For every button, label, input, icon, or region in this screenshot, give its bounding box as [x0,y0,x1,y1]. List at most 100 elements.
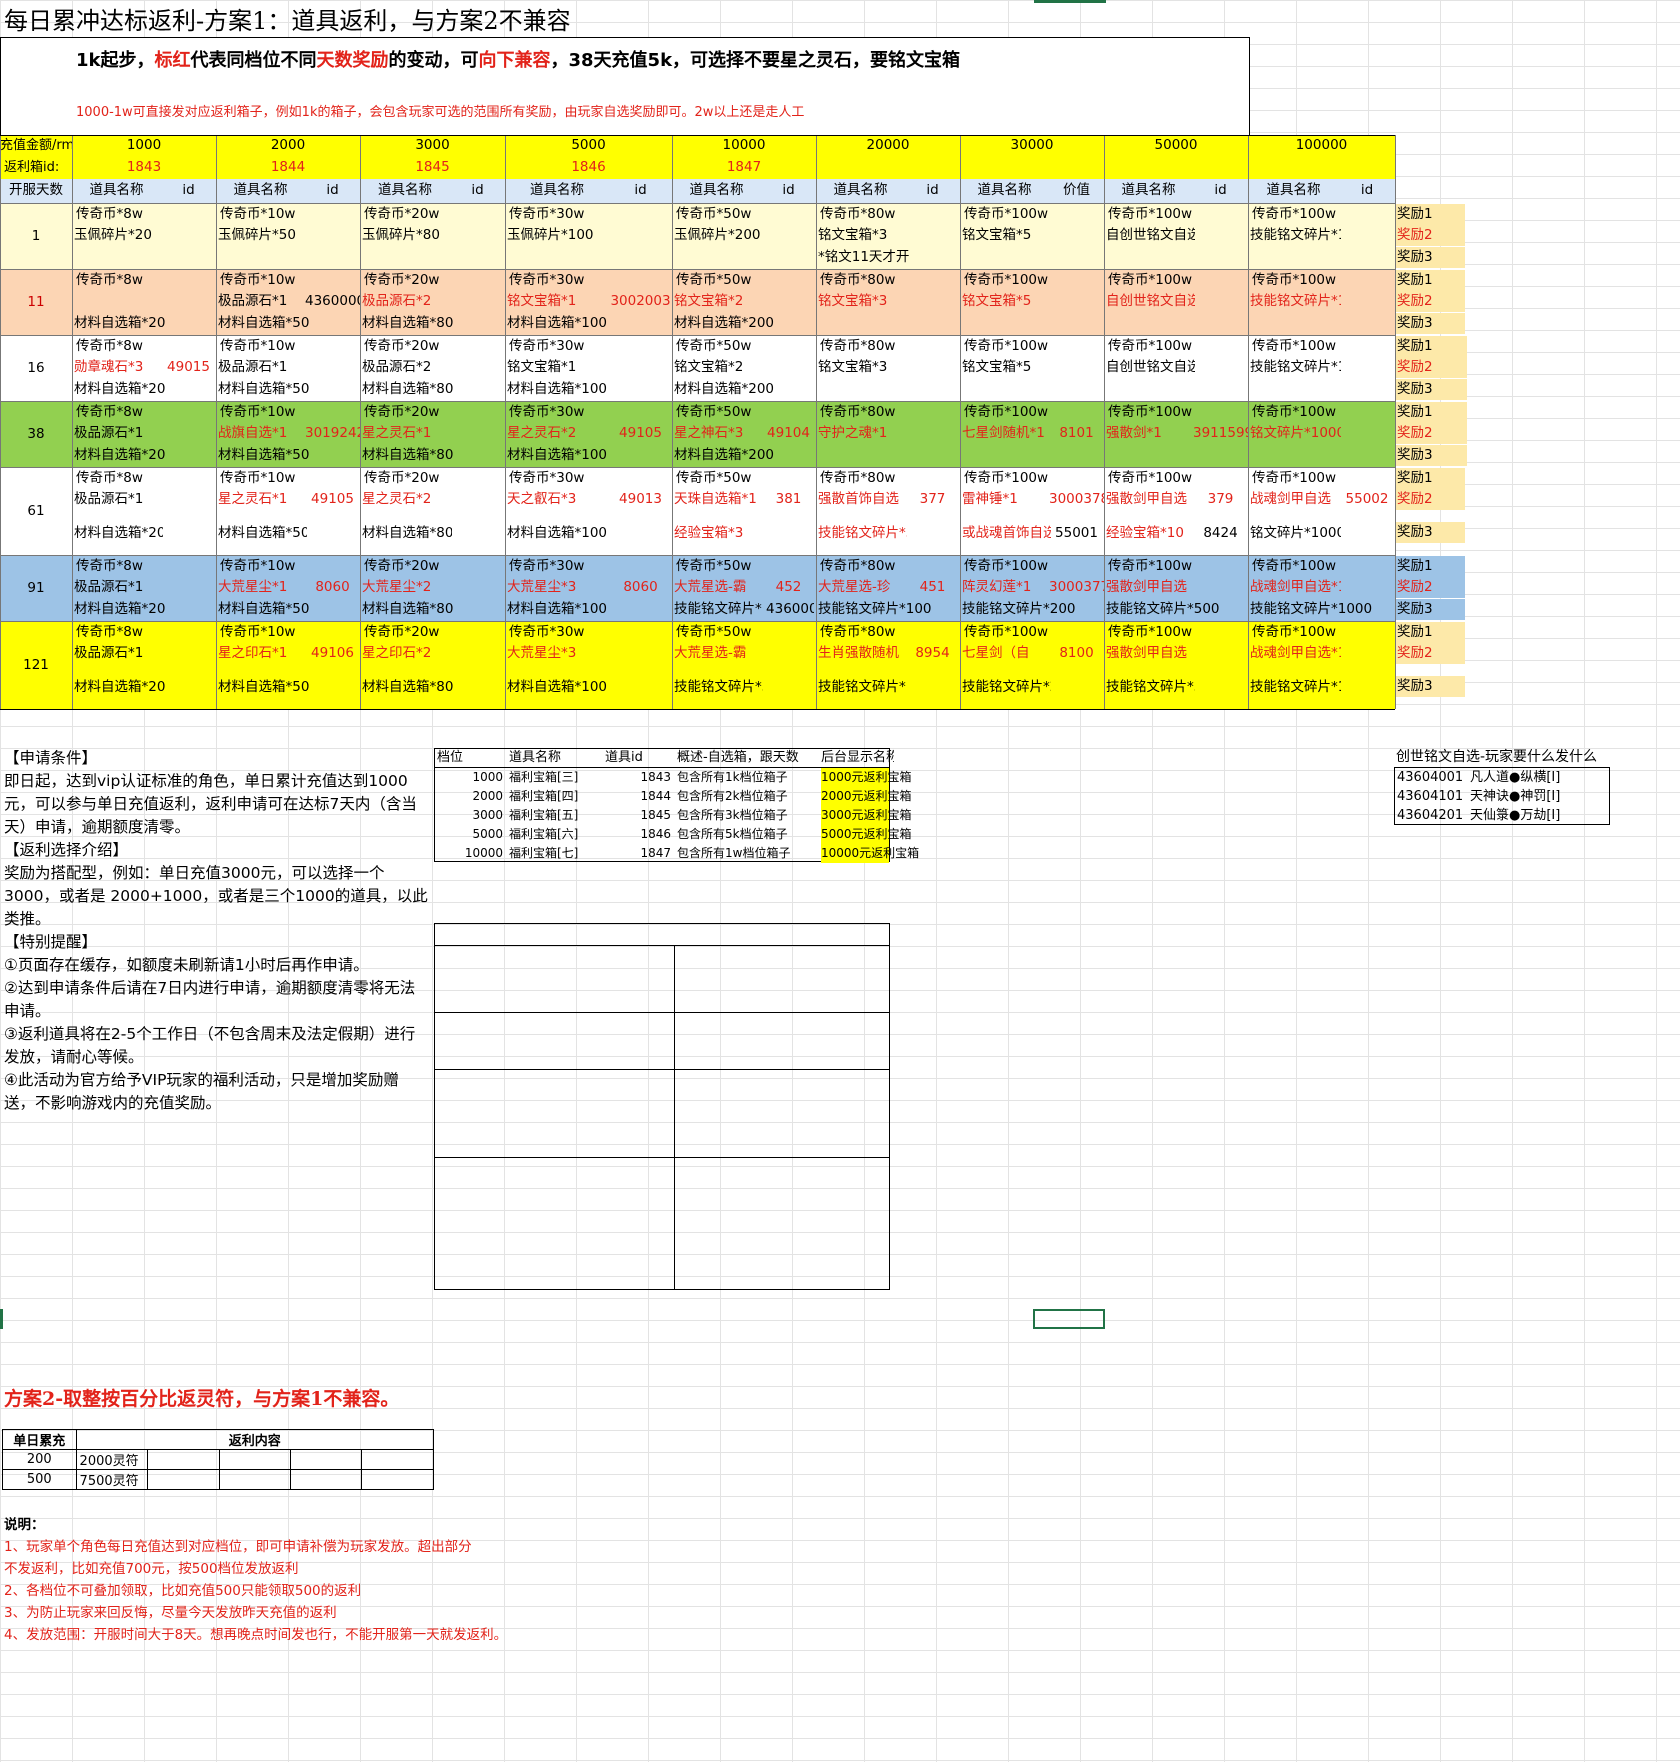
reward-label: 奖励2 [1397,227,1433,243]
day-cell: 91 [27,580,45,596]
reward-line-3: 技能铭文碎片*50 [818,525,907,541]
column-divider [960,135,961,709]
reward-line-2: 玉佩碎片*100 [507,227,594,243]
reward-id: 49104 [767,425,810,441]
reward-line-1: 传奇币*100w [1252,272,1337,288]
amount-cell: 30000 [1010,137,1054,153]
reward-line-2: 极品源石*1 [74,491,144,507]
reward-line-3: 材料自选箱*100 [507,381,608,397]
plan2-title: 方案2-取整按百分比返灵符，与方案1不兼容。 [4,1388,400,1410]
reward-line-2: 玉佩碎片*20 [74,227,152,243]
reward-line-1: 传奇币*80w [820,470,896,486]
reward-line-1: 传奇币*80w [820,558,896,574]
reward-line-1: 传奇币*8w [76,206,143,222]
reward-line-1: 传奇币*100w [964,338,1049,354]
conditions-body: 即日起，达到vip认证标准的角色，单日累计充值达到1000元，可以参与单日充值返… [4,772,417,836]
reward-line-3: 技能铭文碎片*100 [818,679,907,695]
reward-line-2: 铭文宝箱*1 [507,359,577,375]
id-col-header: id [471,182,484,198]
reward-line-3: 材料自选箱*50 [218,679,310,695]
box-table-cell: 包含所有2k档位箱子 [677,789,788,803]
reward-line-1: 传奇币*50w [676,272,752,288]
inscription-title: 创世铭文自选-玩家要什么发什么 [1396,749,1598,765]
reward-line-3: 材料自选箱*20 [74,315,166,331]
box-table-cell: 2000 [472,789,503,803]
reward-id: 49105 [311,491,354,507]
reward-line-3: 材料自选箱*80 [362,679,454,695]
reward-line-3: 技能铭文碎片*200 [962,679,1051,695]
box-table-cell: 2000元返利宝箱 [821,787,912,806]
box-id-cell: 1844 [270,159,306,175]
reward-label: 奖励1 [1397,558,1433,574]
amount-cell: 20000 [866,137,910,153]
reward-line-2: 自创世铭文自选 [1106,293,1195,309]
plan2-amount: 200 [2,1449,77,1470]
reward-line-1: 传奇币*10w [220,558,296,574]
reward-line-1: 传奇币*8w [76,624,143,640]
inscription-name: 天神诀●神罚[Ⅰ] [1470,789,1561,804]
id-col-header: id [182,182,195,198]
box-table-header: 概述-自选箱，跟天数 [677,750,799,765]
reward-id: 49013 [619,491,662,507]
reward-line-1: 传奇币*100w [1252,404,1337,420]
reward-line-1: 传奇币*8w [76,272,143,288]
id-col-header: id [1360,182,1374,198]
reward-line-1: 传奇币*100w [964,272,1049,288]
reward-line-2: 铭文宝箱*3 [818,227,888,243]
reward-line-2: 大荒星选-霸 [674,645,747,661]
selected-cell[interactable] [1033,1309,1105,1329]
reward-line-2: 极品源石*2 [362,293,432,309]
reward-line-3: 材料自选箱*20 [74,381,166,397]
box-table-cell: 1000元返利宝箱 [821,768,912,787]
reward-line-1: 传奇币*80w [820,404,896,420]
box-table-cell: 1846 [640,827,671,841]
box-table-cell: 5000元返利宝箱 [821,825,912,844]
reward-line-2: 自创世铭文自选 [1106,227,1195,243]
reward-line-1: 传奇币*100w [964,470,1049,486]
reminder-4: ④此活动为官方给予VIP玩家的福利活动，只是增加奖励赠送，不影响游戏内的充值奖励… [4,1071,399,1112]
reward-line-3: 材料自选箱*80 [362,315,454,331]
reward-line-1: 传奇币*10w [220,404,296,420]
box-table-cell: 10000元返利宝箱 [821,844,919,863]
box-table-cell: 3000 [472,808,503,822]
notice-subtext: 1000-1w可直接发对应返利箱子，例如1k的箱子，会包含玩家可选的范围所有奖励… [76,105,805,120]
box-table-cell: 1844 [640,789,671,803]
plan2-header-amount: 单日累充 [2,1429,77,1450]
box-table-header: 后台显示名称 [821,750,894,765]
reward-line-2: 铭文宝箱*2 [674,293,744,309]
amount-cell: 100000 [1295,137,1348,153]
reward-id: 3002003 [610,293,671,309]
conditions-panel: 【申请条件】 即日起，达到vip认证标准的角色，单日累计充值达到1000元，可以… [4,747,428,1115]
reward-line-2: 技能铭文碎片*1000 [1250,227,1341,243]
reminder-heading: 【特别提醒】 [4,933,98,951]
reward-line-3: 材料自选箱*80 [362,525,452,541]
reward-line-1: 传奇币*8w [76,558,143,574]
reward-id: 381 [775,491,802,507]
column-divider [1395,135,1396,709]
id-col-header: id [782,182,795,198]
reward-line-3: 材料自选箱*20 [74,601,166,617]
reward-line-2: 技能铭文碎片*1000 [1250,293,1341,309]
box-table-header: 道具名称 [509,750,562,765]
reminder-1: ①页面存在缓存，如额度未刷新请1小时后再作申请。 [4,956,369,974]
reward-id: 377 [919,491,946,507]
reward-line-3: 经验宝箱*3 [674,525,744,541]
reward-line-3: 技能铭文碎片*1000 [1250,601,1373,617]
reward-line-2: 大荒星尘*3 [507,579,577,595]
reward-line-1: 传奇币*100w [1108,206,1193,222]
reward-line-2: 大荒星尘*1 [218,579,288,595]
box-table-cell: 包含所有3k档位箱子 [677,808,788,822]
inscription-id: 43604101 [1397,789,1464,804]
reward-line-2: 技能铭文碎片*1000 [1250,359,1341,375]
reward-line-1: 传奇币*8w [76,470,143,486]
box-table-cell: 包含所有1w档位箱子 [677,846,791,860]
reward-line-3: 技能铭文碎片*500 [1106,679,1195,695]
reward-line-3: 材料自选箱*200 [674,381,775,397]
column-divider [360,135,361,709]
item-col-header: 道具名称 [89,182,144,198]
amount-label: 充值金额/rmb [0,138,72,153]
reward-label: 奖励3 [1397,315,1433,331]
reward-label: 奖励3 [1397,524,1433,540]
amount-cell: 1000 [126,137,162,153]
item-col-header: 道具名称 [977,182,1032,198]
